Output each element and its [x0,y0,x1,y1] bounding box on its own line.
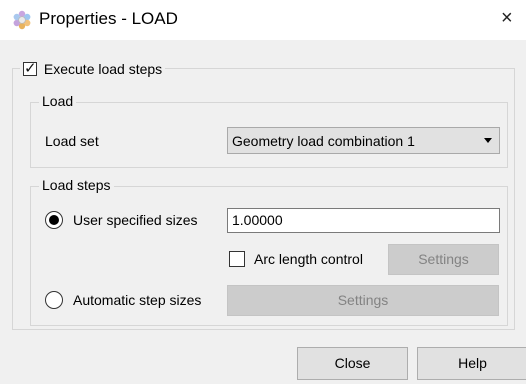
user-specified-sizes-label: User specified sizes [73,212,198,228]
chevron-down-icon [484,138,492,143]
window-title: Properties - LOAD [39,9,178,28]
execute-legend: ✓ Execute load steps [20,60,166,80]
title-bar: Properties - LOAD × [0,0,526,40]
arc-length-control-label: Arc length control [254,251,363,267]
close-button[interactable]: Close [297,347,408,380]
automatic-step-sizes-label: Automatic step sizes [73,292,202,308]
automatic-settings-label: Settings [337,292,389,308]
automatic-settings-button[interactable]: Settings [227,285,499,316]
arc-length-settings-label: Settings [418,251,469,267]
help-button-label: Help [458,355,487,371]
radio-selected-dot [49,215,59,225]
arc-length-settings-button[interactable]: Settings [388,244,499,275]
arc-length-control-checkbox[interactable] [229,251,245,267]
help-button[interactable]: Help [417,347,526,380]
execute-load-steps-checkbox[interactable]: ✓ [23,60,37,78]
load-group-legend: Load [39,93,77,109]
step-size-value: 1.00000 [232,212,283,228]
load-set-value: Geometry load combination 1 [232,133,415,149]
step-size-input[interactable]: 1.00000 [227,208,500,233]
checkmark-icon: ✓ [24,60,37,78]
automatic-step-sizes-radio[interactable] [45,291,63,309]
user-specified-sizes-radio[interactable] [45,211,63,229]
app-gear-icon [13,10,31,30]
close-window-icon[interactable]: × [501,7,513,30]
load-steps-legend: Load steps [39,177,114,193]
execute-load-steps-label: Execute load steps [43,61,163,78]
load-set-dropdown[interactable]: Geometry load combination 1 [227,127,500,154]
close-button-label: Close [334,355,371,371]
load-set-label: Load set [45,133,99,149]
